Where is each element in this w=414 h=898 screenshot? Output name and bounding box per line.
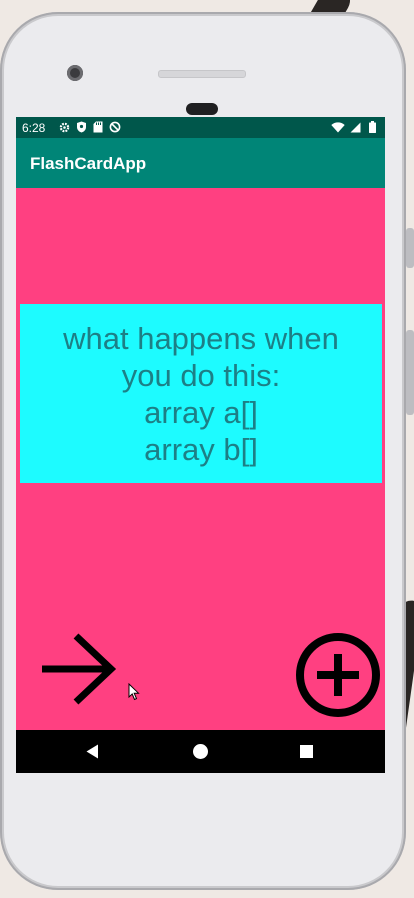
flashcard[interactable]: what happens when you do this: array a[]… xyxy=(20,304,382,483)
add-circle-icon xyxy=(296,633,380,717)
earpiece xyxy=(186,103,218,115)
next-card-button[interactable] xyxy=(40,633,118,705)
volume-button[interactable] xyxy=(406,330,414,415)
add-card-button[interactable] xyxy=(295,632,381,718)
no-sync-icon xyxy=(108,120,122,134)
app-title: FlashCardApp xyxy=(30,154,147,173)
navigation-bar xyxy=(16,730,385,773)
sd-card-icon xyxy=(91,120,105,134)
status-bar: 6:28 xyxy=(16,117,385,138)
signal-icon xyxy=(348,120,362,134)
shield-icon xyxy=(74,120,88,134)
device-screen: 6:28 FlashCardApp what happens when you … xyxy=(16,117,385,773)
power-button[interactable] xyxy=(406,228,414,268)
mouse-cursor-icon xyxy=(128,683,140,701)
flashcard-question: what happens when you do this: array a[]… xyxy=(63,320,339,467)
speaker-slot xyxy=(158,70,246,78)
front-camera xyxy=(67,65,83,81)
gear-icon xyxy=(57,120,71,134)
recents-icon[interactable] xyxy=(300,745,313,758)
arrow-right-icon xyxy=(42,633,117,705)
battery-icon xyxy=(365,120,379,134)
home-icon[interactable] xyxy=(193,744,208,759)
back-icon[interactable] xyxy=(86,744,99,759)
app-bar: FlashCardApp xyxy=(16,138,385,188)
status-time: 6:28 xyxy=(22,121,46,135)
wifi-icon xyxy=(331,120,345,134)
